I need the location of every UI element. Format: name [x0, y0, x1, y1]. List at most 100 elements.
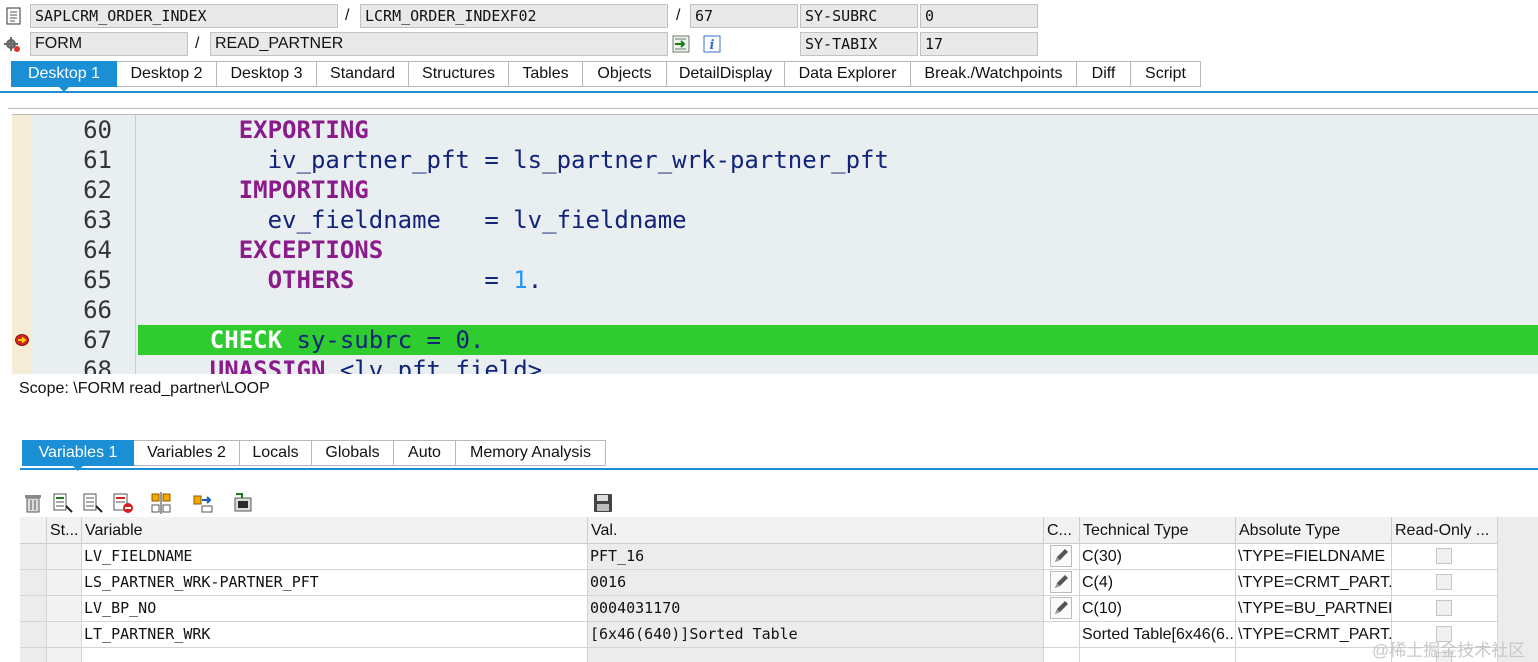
variable-cell[interactable] [82, 648, 588, 662]
status-cell[interactable] [47, 648, 82, 662]
remove-variable-icon[interactable] [112, 492, 134, 514]
read-only-cell[interactable] [1392, 596, 1498, 622]
tab-tables[interactable]: Tables [509, 61, 583, 87]
tab-locals[interactable]: Locals [240, 440, 312, 466]
change-cell[interactable] [1044, 622, 1080, 648]
source-code-editor[interactable]: 60 EXPORTING 61 iv_partner_pft = ls_partn… [12, 114, 1538, 374]
technical-type-cell[interactable]: Sorted Table[6x46(6... [1080, 622, 1236, 648]
change-cell[interactable] [1044, 596, 1080, 622]
column-header-read-only[interactable]: Read-Only ... [1392, 517, 1498, 544]
navigate-icon[interactable] [672, 35, 690, 53]
code-line[interactable]: 64 EXCEPTIONS [12, 235, 1538, 265]
row-selector[interactable] [20, 570, 47, 596]
value-cell[interactable]: PFT_16 [588, 544, 1044, 570]
technical-type-cell[interactable]: C(10) [1080, 596, 1236, 622]
tab-diff[interactable]: Diff [1077, 61, 1131, 87]
edit-pencil-icon[interactable] [1050, 545, 1072, 567]
technical-type-cell[interactable]: C(4) [1080, 570, 1236, 596]
column-header-status[interactable]: St... [47, 517, 82, 544]
code-line[interactable]: 68 UNASSIGN <lv_pft_field> [12, 355, 1538, 374]
row-selector[interactable] [20, 544, 47, 570]
absolute-type-cell[interactable]: \TYPE=BU_PARTNER [1236, 596, 1392, 622]
change-cell[interactable] [1044, 570, 1080, 596]
row-selector[interactable] [20, 622, 47, 648]
variable-cell[interactable]: LS_PARTNER_WRK-PARTNER_PFT [82, 570, 588, 596]
insert-variable-icon[interactable] [52, 492, 74, 514]
technical-type-cell[interactable] [1080, 648, 1236, 662]
sort-icon[interactable] [150, 492, 172, 514]
info-icon[interactable]: i [703, 35, 721, 53]
change-cell[interactable] [1044, 544, 1080, 570]
change-cell[interactable] [1044, 648, 1080, 662]
code-line[interactable]: 65 OTHERS = 1. [12, 265, 1538, 295]
tab-standard[interactable]: Standard [317, 61, 409, 87]
delete-icon[interactable] [22, 492, 44, 514]
row-selector[interactable] [20, 596, 47, 622]
variable-cell[interactable]: LV_FIELDNAME [82, 544, 588, 570]
tab-variables-2[interactable]: Variables 2 [134, 440, 240, 466]
panel-border [8, 108, 1538, 109]
code-text: iv_partner_pft = ls_partner_wrk-partner_… [152, 145, 889, 175]
read-only-checkbox[interactable] [1436, 574, 1452, 590]
read-only-cell[interactable] [1392, 544, 1498, 570]
code-line[interactable]: 67 CHECK sy-subrc = 0. [12, 325, 1538, 355]
code-line[interactable]: 63 ev_fieldname = lv_fieldname [12, 205, 1538, 235]
absolute-type-cell[interactable]: \TYPE=CRMT_PART... [1236, 622, 1392, 648]
code-line[interactable]: 61 iv_partner_pft = ls_partner_wrk-partn… [12, 145, 1538, 175]
column-header-absolute-type[interactable]: Absolute Type [1236, 517, 1392, 544]
export-icon[interactable] [232, 492, 254, 514]
status-cell[interactable] [47, 570, 82, 596]
technical-type-cell[interactable]: C(30) [1080, 544, 1236, 570]
tab-desktop-3[interactable]: Desktop 3 [217, 61, 317, 87]
separator: / [195, 35, 200, 52]
column-header-technical-type[interactable]: Technical Type [1080, 517, 1236, 544]
code-line[interactable]: 62 IMPORTING [12, 175, 1538, 205]
variables-grid[interactable]: St... Variable Val. C... Technical Type … [20, 517, 1538, 662]
status-cell[interactable] [47, 544, 82, 570]
code-text: IMPORTING [152, 175, 369, 205]
tab-objects[interactable]: Objects [583, 61, 667, 87]
value-cell[interactable] [588, 648, 1044, 662]
value-cell[interactable]: 0004031170 [588, 596, 1044, 622]
variable-cell[interactable]: LT_PARTNER_WRK [82, 622, 588, 648]
value-cell[interactable]: [6x46(640)]Sorted Table [588, 622, 1044, 648]
code-text: OTHERS = 1. [152, 265, 543, 295]
tab-globals[interactable]: Globals [312, 440, 394, 466]
status-cell[interactable] [47, 596, 82, 622]
edit-pencil-icon[interactable] [1050, 571, 1072, 593]
code-line[interactable]: 66 [12, 295, 1538, 325]
read-only-checkbox[interactable] [1436, 548, 1452, 564]
code-text: UNASSIGN <lv_pft_field> [152, 355, 542, 374]
column-header-change[interactable]: C... [1044, 517, 1080, 544]
tab-break-watchpoints[interactable]: Break./Watchpoints [911, 61, 1077, 87]
absolute-type-cell[interactable] [1236, 648, 1392, 662]
value-cell[interactable]: 0016 [588, 570, 1044, 596]
column-header-value[interactable]: Val. [588, 517, 1044, 544]
save-icon[interactable] [592, 492, 614, 514]
sysvar-value-2: 17 [920, 32, 1038, 56]
variable-cell[interactable]: LV_BP_NO [82, 596, 588, 622]
line-number: 60 [83, 116, 112, 144]
tab-auto[interactable]: Auto [394, 440, 456, 466]
read-only-checkbox[interactable] [1436, 600, 1452, 616]
tab-desktop-1[interactable]: Desktop 1 [11, 61, 117, 92]
tab-desktop-2[interactable]: Desktop 2 [117, 61, 217, 87]
absolute-type-cell[interactable]: \TYPE=CRMT_PART... [1236, 570, 1392, 596]
tab-detaildisplay[interactable]: DetailDisplay [667, 61, 785, 87]
edit-pencil-icon[interactable] [1050, 597, 1072, 619]
column-header-variable[interactable]: Variable [82, 517, 588, 544]
append-variable-icon[interactable] [82, 492, 104, 514]
tab-memory-analysis[interactable]: Memory Analysis [456, 440, 606, 466]
read-only-cell[interactable] [1392, 570, 1498, 596]
tab-structures[interactable]: Structures [409, 61, 509, 87]
tab-variables-1[interactable]: Variables 1 [22, 440, 134, 471]
transfer-icon[interactable] [192, 492, 214, 514]
tab-data-explorer[interactable]: Data Explorer [785, 61, 911, 87]
status-cell[interactable] [47, 622, 82, 648]
row-selector[interactable] [20, 648, 47, 662]
absolute-type-cell[interactable]: \TYPE=FIELDNAME [1236, 544, 1392, 570]
tab-script[interactable]: Script [1131, 61, 1201, 87]
code-line[interactable]: 60 EXPORTING [12, 115, 1538, 145]
